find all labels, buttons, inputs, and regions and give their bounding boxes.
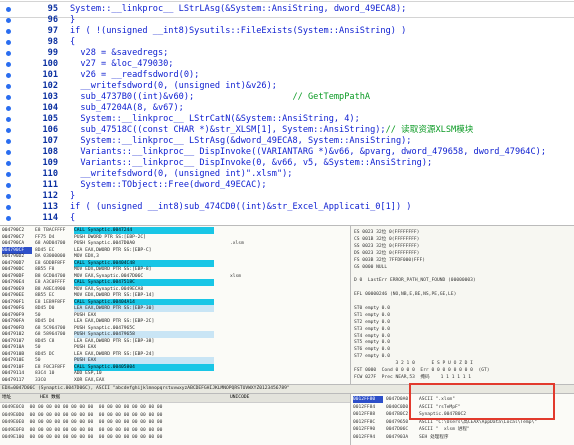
breakpoint-dot-icon[interactable]: [6, 18, 11, 23]
stack-value: 00479650: [386, 419, 409, 425]
dump-header-address: 地址: [2, 395, 12, 400]
breakpoint-dot-icon[interactable]: [6, 106, 11, 111]
dump-row[interactable]: 0049E0D0 00 00 00 00 00 00 00 00 00 00 0…: [2, 412, 348, 419]
breakpoint-dot-icon[interactable]: [6, 216, 11, 221]
stack-row[interactable]: 0012FF88 0047B0C2 Synaptic.0047B0C2: [353, 411, 573, 418]
stack-comment: ASCII " xlsm 进程": [419, 427, 470, 433]
breakpoint-dot-icon[interactable]: [6, 7, 11, 12]
breakpoint-dot-icon[interactable]: [6, 150, 11, 155]
stack-row[interactable]: 0012FF8C 00479650 ASCII "C:\Users\高CEAX\Ap…: [353, 419, 573, 426]
dump-row[interactable]: 0049E0F0 00 00 00 00 00 00 00 00 00 00 0…: [2, 427, 348, 434]
disassembly-pane[interactable]: 004790C2 E8 TBACFFFF CALL Synaptic.0047244…: [0, 226, 351, 384]
stack-pane[interactable]: 0012FF80 0047D0A0 ASCII ".xlsm" 0012FF84 004…: [351, 394, 574, 445]
breakpoint-dot-icon[interactable]: [6, 95, 11, 100]
stack-row[interactable]: 0012FF84 0040C0D0 ASCII "rsTeMpF": [353, 404, 573, 411]
breakpoint-dot-icon[interactable]: [6, 40, 11, 45]
breakpoint-dot-icon[interactable]: [6, 161, 11, 166]
code-text: {: [70, 211, 75, 226]
stack-value: 0047D06C: [386, 427, 409, 433]
decompiler-pane[interactable]: 95 System::__linkproc__ LStrLAsg(&System:…: [0, 0, 574, 223]
breakpoint-dot-icon[interactable]: [6, 29, 11, 34]
stack-comment: ASCII ".xlsm": [419, 397, 455, 402]
stack-comment: SEH 处理程序: [419, 435, 449, 440]
info-line: EDX=0047D06C (Synaptic.0047D06C), ASCII …: [0, 384, 574, 394]
disasm-mnemonic: XOR EAX,EAX: [74, 377, 105, 383]
breakpoint-dot-icon[interactable]: [6, 62, 11, 67]
stack-address: 0012FF90: [353, 427, 376, 433]
stack-value: 0040C0D0: [386, 404, 409, 410]
stack-row[interactable]: 0012FF94 0047903A SEH 处理程序: [353, 434, 573, 441]
stack-value: 0047903A: [386, 435, 409, 440]
dump-header-unicode: UNICODE: [230, 395, 250, 400]
breakpoint-dot-icon[interactable]: [6, 128, 11, 133]
stack-row[interactable]: 0012FF80 0047D0A0 ASCII ".xlsm": [353, 396, 573, 403]
stack-comment: Synaptic.0047B0C2: [419, 412, 467, 418]
dump-row[interactable]: 0049E0E0 00 00 00 00 00 00 00 00 00 00 0…: [2, 419, 348, 426]
breakpoint-dot-icon[interactable]: [6, 183, 11, 188]
breakpoint-dot-icon[interactable]: [6, 117, 11, 122]
line-number: 114: [42, 213, 58, 223]
stack-comment: ASCII "C:\Users\高CEAX\AppData\Local\Temp…: [419, 419, 537, 425]
disasm-hex: 33C0: [35, 377, 47, 383]
stack-address: 0012FF80: [353, 396, 383, 403]
stack-value: 0047B0C2: [386, 412, 409, 418]
breakpoint-dot-icon[interactable]: [6, 172, 11, 177]
stack-address: 0012FF8C: [353, 419, 376, 425]
registers-pane[interactable]: ES 0023 32位 0(FFFFFFFF) CS 001B 32位 0(FFF…: [351, 226, 574, 384]
breakpoint-dot-icon[interactable]: [6, 194, 11, 199]
memory-dump-pane[interactable]: 地址 HEX 数据 UNICODE 0049E0C0 00 00 00 00 0…: [0, 394, 351, 445]
stack-address: 0012FF94: [353, 435, 376, 440]
stack-value: 0047D0A0: [386, 397, 409, 402]
dump-header: 地址 HEX 数据 UNICODE: [0, 394, 350, 403]
stack-row[interactable]: 0012FF90 0047D06C ASCII " xlsm 进程": [353, 426, 573, 433]
register-line[interactable]: FCW 027F Prec NEAR,53 掩码 1 1 1 1 1 1: [354, 374, 572, 381]
breakpoint-dot-icon[interactable]: [6, 51, 11, 56]
disasm-row[interactable]: 00479117 33C0 XOR EAX,EAX: [0, 377, 350, 384]
breakpoint-dot-icon[interactable]: [6, 139, 11, 144]
breakpoint-dot-icon[interactable]: [6, 73, 11, 78]
disasm-address: 00479117: [2, 377, 25, 383]
debugger-window: 004790C2 E8 TBACFFFF CALL Synaptic.0047244…: [0, 225, 574, 445]
breakpoint-dot-icon[interactable]: [6, 84, 11, 89]
dump-row[interactable]: 0049E100 00 00 00 00 00 00 00 00 00 00 0…: [2, 434, 348, 441]
breakpoint-dot-icon[interactable]: [6, 205, 11, 210]
stack-address: 0012FF84: [353, 404, 376, 410]
stack-address: 0012FF88: [353, 412, 376, 418]
dump-header-hex: HEX 数据: [40, 395, 61, 400]
code-line[interactable]: 114 {: [0, 211, 574, 226]
dump-row[interactable]: 0049E0C0 00 00 00 00 00 00 00 00 00 00 0…: [2, 404, 348, 411]
code-statement: {: [70, 213, 76, 223]
stack-comment: ASCII "rsTeMpF": [419, 404, 461, 410]
